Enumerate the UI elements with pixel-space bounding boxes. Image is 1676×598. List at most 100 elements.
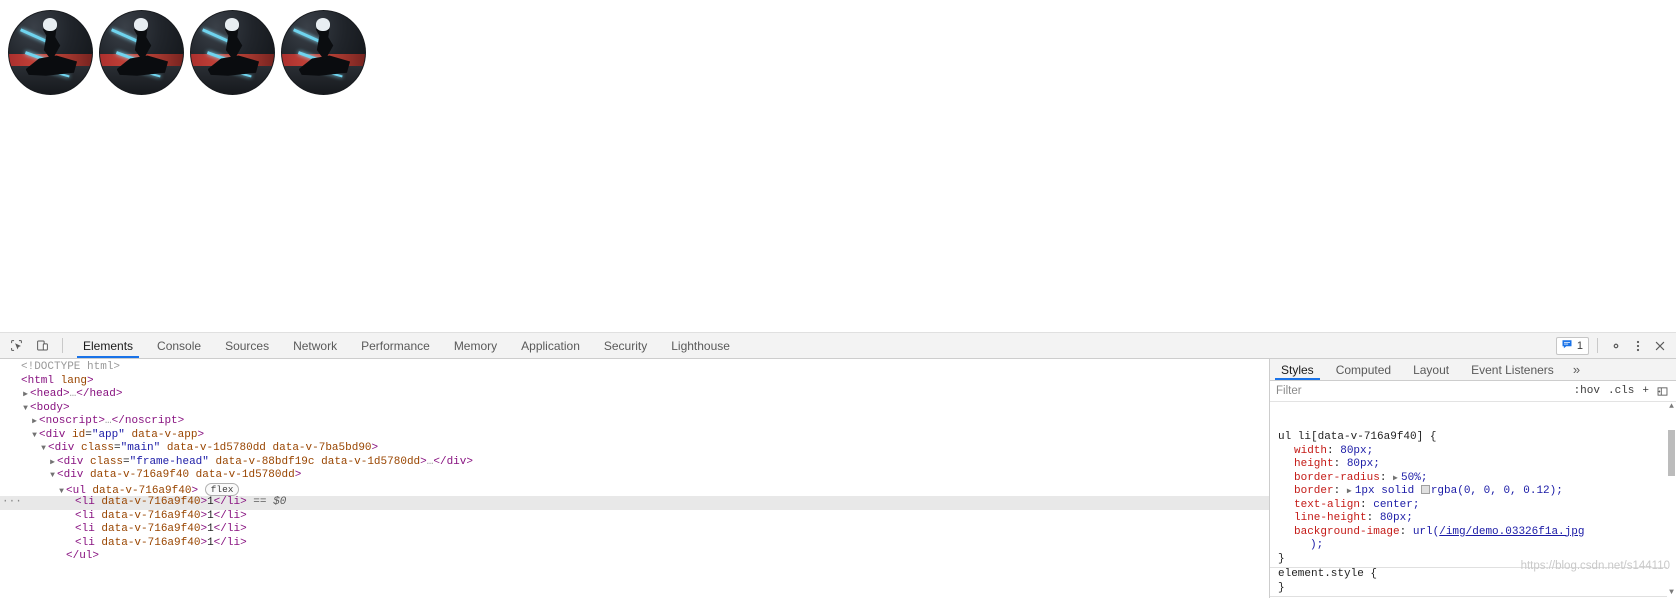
- css-declaration[interactable]: width: 80px;: [1270, 445, 1676, 459]
- dom-tree-row[interactable]: <li data-v-716a9f40>1</li>: [0, 510, 1269, 524]
- row-ellipsis: ···: [2, 496, 22, 508]
- dom-tree-row[interactable]: <li data-v-716a9f40>1</li>: [0, 523, 1269, 537]
- avatar: 1: [99, 10, 184, 95]
- styles-tab-layout[interactable]: Layout: [1402, 359, 1460, 380]
- dom-tree-row[interactable]: ▶ <div class="frame-head" data-v-88bdf19c…: [0, 456, 1269, 470]
- css-selector[interactable]: ul li[data-v-716a9f40] {</span>: [1270, 431, 1676, 445]
- value-expander-icon[interactable]: ▶: [1347, 485, 1355, 499]
- scrollbar-thumb[interactable]: [1668, 430, 1675, 477]
- css-rule[interactable]: ul li[data-v-716a9f40] {</span>width: 80…: [1270, 431, 1676, 569]
- dom-tree-row[interactable]: ▼ <div id="app" data-v-app>: [0, 429, 1269, 443]
- css-declaration-continuation[interactable]: );: [1270, 539, 1676, 553]
- devtools-tabs: Elements Console Sources Network Performance…: [71, 333, 742, 358]
- css-rule-close-brace: }: [1278, 581, 1285, 594]
- close-icon[interactable]: [1650, 336, 1670, 356]
- styles-sidebar: StylesComputedLayoutEvent Listeners» :ho…: [1270, 359, 1676, 598]
- tab-sources[interactable]: Sources: [213, 333, 281, 358]
- message-count: 1: [1576, 339, 1583, 352]
- css-rules-list[interactable]: ul li[data-v-716a9f40] {</span>width: 80…: [1270, 402, 1676, 598]
- devtools-tabstrip: Elements Console Sources Network Performance…: [0, 333, 1676, 359]
- css-property-name[interactable]: height: [1294, 458, 1334, 470]
- css-property-name[interactable]: border-radius: [1294, 472, 1380, 484]
- styles-sidebar-tabs: Styles Computed Layout Event Listeners»: [1270, 359, 1676, 382]
- twisty-toggle[interactable]: ▶: [48, 456, 57, 470]
- twisty-toggle[interactable]: ▼: [30, 429, 39, 443]
- dom-tree-row[interactable]: ▼ <body>: [0, 402, 1269, 416]
- device-toolbar-icon[interactable]: [32, 336, 52, 356]
- toolbar-divider: [62, 338, 63, 353]
- twisty-toggle[interactable]: ▼: [21, 402, 30, 416]
- inspect-element-icon[interactable]: [6, 336, 26, 356]
- css-declaration[interactable]: border-radius: ▶ 50%;: [1270, 472, 1676, 486]
- gear-icon[interactable]: [1606, 336, 1626, 356]
- value-expander-icon[interactable]: ▶: [1393, 472, 1401, 486]
- styles-tabs-overflow-icon[interactable]: »: [1565, 359, 1588, 380]
- twisty-toggle[interactable]: ▼: [48, 469, 57, 483]
- css-declaration[interactable]: height: 80px;: [1270, 458, 1676, 472]
- scroll-up-arrow[interactable]: ▲: [1667, 402, 1676, 412]
- css-resource-link[interactable]: /img/demo.03326f1a.jpg: [1439, 526, 1584, 538]
- message-count-badge[interactable]: 1: [1555, 336, 1589, 355]
- styles-filter-input[interactable]: [1270, 381, 1570, 402]
- tab-application[interactable]: Application: [509, 333, 592, 358]
- tab-console[interactable]: Console: [145, 333, 213, 358]
- devtools-panel: Elements Console Sources Network Performance…: [0, 333, 1676, 598]
- avatar-list: 1 1 1 1: [8, 10, 372, 95]
- twisty-toggle[interactable]: ▶: [21, 388, 30, 402]
- toggle-sidebar-icon[interactable]: [1653, 385, 1672, 398]
- css-declaration[interactable]: background-image: url(/img/demo.03326f1a…: [1270, 526, 1676, 540]
- css-selector[interactable]: element.style {: [1270, 568, 1676, 582]
- dom-tree-row[interactable]: ▼ <div data-v-716a9f40 data-v-1d5780dd>: [0, 469, 1269, 483]
- tab-network[interactable]: Network: [281, 333, 349, 358]
- css-declaration[interactable]: text-align: center;: [1270, 499, 1676, 513]
- dom-tree-row[interactable]: <li data-v-716a9f40>1</li>: [0, 537, 1269, 551]
- css-declaration[interactable]: line-height: 80px;: [1270, 512, 1676, 526]
- dom-tree-row[interactable]: </ul>: [0, 550, 1269, 564]
- avatar: 1: [8, 10, 93, 95]
- styles-tab-computed[interactable]: Computed: [1325, 359, 1402, 380]
- dom-tree-row[interactable]: <html lang>: [0, 375, 1269, 389]
- dom-tree-row[interactable]: ▶ <noscript>…</noscript>: [0, 415, 1269, 429]
- avatar: 1: [281, 10, 366, 95]
- color-swatch[interactable]: [1420, 485, 1430, 495]
- avatar: 1: [190, 10, 275, 95]
- devtools-panes: <!DOCTYPE html> <html lang> ▶ <head>…</head…: [0, 359, 1676, 598]
- tab-elements[interactable]: Elements: [71, 333, 145, 358]
- css-property-name[interactable]: border: [1294, 485, 1334, 497]
- css-property-name[interactable]: background-image: [1294, 526, 1400, 538]
- styles-tab-event-listeners[interactable]: Event Listeners: [1460, 359, 1565, 380]
- dom-tree-row-selected[interactable]: ··· <li data-v-716a9f40>1</li> == $0: [0, 496, 1269, 510]
- css-property-name[interactable]: width: [1294, 445, 1327, 457]
- styles-tab-styles[interactable]: Styles: [1270, 359, 1325, 381]
- dom-tree-row[interactable]: <!DOCTYPE html>: [0, 361, 1269, 375]
- twisty-toggle[interactable]: ▶: [30, 415, 39, 429]
- elements-dom-pane[interactable]: <!DOCTYPE html> <html lang> ▶ <head>…</head…: [0, 359, 1270, 598]
- css-rule-close-brace: }: [1278, 552, 1285, 565]
- dom-tree[interactable]: <!DOCTYPE html> <html lang> ▶ <head>…</head…: [0, 359, 1269, 564]
- devtools-toolbar-icons: [0, 333, 71, 358]
- styles-filter-row: :hov .cls +: [1270, 381, 1676, 403]
- tab-security[interactable]: Security: [592, 333, 659, 358]
- css-declaration[interactable]: border: ▶ 1px solid rgba(0, 0, 0, 0.12);: [1270, 485, 1676, 499]
- cls-button[interactable]: .cls: [1604, 385, 1638, 397]
- dom-tree-row[interactable]: ▼ <div class="main" data-v-1d5780dd data-…: [0, 442, 1269, 456]
- page-viewport: 1 1 1 1: [0, 0, 1676, 333]
- twisty-toggle[interactable]: ▼: [39, 442, 48, 456]
- right-controls-divider: [1597, 338, 1598, 353]
- tab-lighthouse[interactable]: Lighthouse: [659, 333, 742, 358]
- new-style-rule-button[interactable]: +: [1638, 385, 1653, 397]
- css-property-name[interactable]: line-height: [1294, 512, 1367, 524]
- scroll-down-arrow[interactable]: ▼: [1667, 588, 1676, 598]
- css-property-name[interactable]: text-align: [1294, 499, 1360, 511]
- kebab-menu-icon[interactable]: [1628, 336, 1648, 356]
- dom-tree-row[interactable]: ▶ <head>…</head>: [0, 388, 1269, 402]
- message-icon: [1561, 337, 1573, 355]
- hov-button[interactable]: :hov: [1570, 385, 1604, 397]
- dom-tree-row[interactable]: ▼ <ul data-v-716a9f40> flex: [0, 482, 1269, 497]
- tab-performance[interactable]: Performance: [349, 333, 442, 358]
- devtools-right-controls: 1: [1555, 333, 1676, 358]
- styles-scrollbar[interactable]: ▲ ▼: [1667, 402, 1676, 598]
- css-rule[interactable]: element.style {}: [1270, 568, 1676, 598]
- screen-root: 1 1 1 1: [0, 0, 1676, 598]
- tab-memory[interactable]: Memory: [442, 333, 509, 358]
